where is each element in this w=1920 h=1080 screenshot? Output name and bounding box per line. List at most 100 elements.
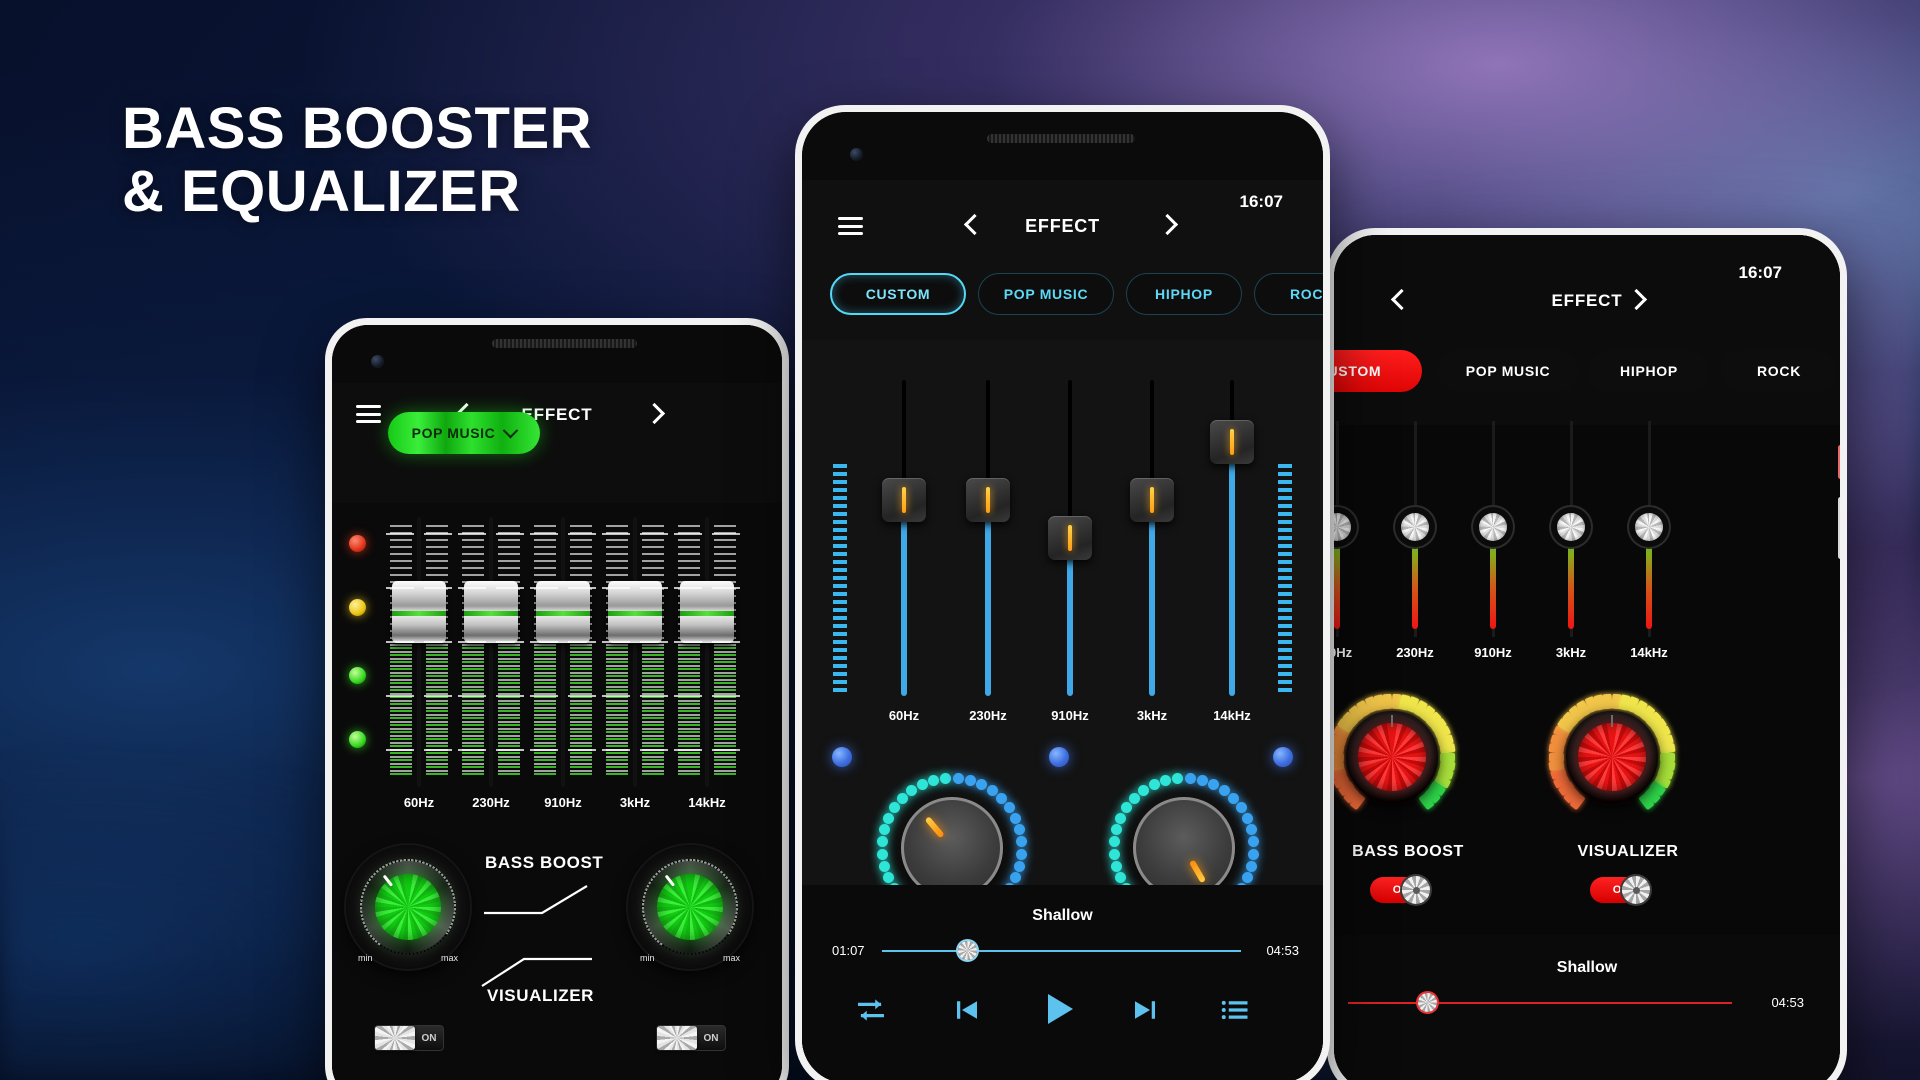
earpiece-grille [987,134,1135,143]
now-playing-title-right: Shallow [1556,959,1618,976]
eq-band-label: 3kHz [1555,645,1587,660]
right-player-panel: Shallow 7 04:53 [1334,935,1840,1080]
fader-major-tick [640,587,668,589]
knob-max-label: max [440,953,458,963]
eq-tick-scale-green-right [714,647,736,775]
eq-band-handle[interactable] [1210,420,1254,464]
eq-band-left-2[interactable] [458,517,524,787]
led-indicator-yellow [349,599,366,616]
eq-band-label: 3kHz [619,795,651,810]
fader-glow-line [464,610,518,616]
preset-chip-custom-center[interactable]: CUSTOM [830,273,966,315]
bass-boost-toggle-left[interactable]: ON [374,1025,444,1051]
eq-band-handle[interactable] [1395,507,1435,547]
eq-band-label: 910Hz [1051,708,1089,723]
eq-band-handle[interactable] [1048,516,1092,560]
eq-band-center-4[interactable] [1122,380,1182,696]
eq-band-left-5[interactable] [674,517,740,787]
seek-thumb-center[interactable] [958,941,977,960]
visualizer-toggle-right[interactable]: ON [1590,876,1650,904]
preset-chip-hiphop-right[interactable]: HIPHOP [1588,350,1710,392]
eq-band-handle[interactable] [1130,478,1174,522]
eq-band-right-3[interactable] [1466,421,1520,637]
bass-boost-knob-right[interactable] [1334,691,1458,823]
preset-dropdown-left[interactable]: POP MUSIC [388,412,540,454]
eq-band-right-5[interactable] [1622,421,1676,637]
eq-band-handle[interactable] [1551,507,1591,547]
preset-chip-pop-music-center[interactable]: POP MUSIC [978,273,1114,315]
seek-bar-center[interactable] [882,950,1241,952]
handle-disc [1401,513,1429,541]
fader-glow-line [536,610,590,616]
fader-major-tick [568,695,596,697]
fader-major-tick [458,749,486,751]
duration-time-right: 04:53 [1771,995,1804,1010]
preset-dropdown-label: POP MUSIC [411,425,496,441]
app-screen-center: 16:07 EFFECT CUSTOM POP MUSIC HIPHOP ROC… [802,112,1323,1080]
eq-band-rail [705,517,709,787]
phone-mockup-right: 16:07 EFFECT CUSTOM POP MUSIC HIPHOP ROC… [1327,228,1847,1080]
headline-line-2: & EQUALIZER [122,158,521,224]
seek-thumb-right[interactable] [1418,993,1437,1012]
eq-band-right-2[interactable] [1388,421,1442,637]
status-bar-clock-right: 16:07 [1738,263,1782,282]
eq-band-left-3[interactable] [530,517,596,787]
eq-band-left-1[interactable] [386,517,452,787]
eq-band-handle[interactable] [966,478,1010,522]
fader-major-tick [674,749,702,751]
preset-chip-hiphop-center[interactable]: HIPHOP [1126,273,1242,315]
bass-boost-knob-left[interactable]: min max [346,845,470,969]
visualizer-toggle-left[interactable]: ON [656,1025,726,1051]
eq-band-handle[interactable] [1334,507,1357,547]
eq-band-right-4[interactable] [1544,421,1598,637]
eq-band-center-2[interactable] [958,380,1018,696]
visualizer-knob-left[interactable]: min max [628,845,752,969]
preset-chip-rock-center[interactable]: ROCK [1254,273,1323,315]
eq-band-center-1[interactable] [874,380,934,696]
app-screen-right: 16:07 EFFECT CUSTOM POP MUSIC HIPHOP ROC… [1334,235,1840,1080]
seek-bar-right[interactable] [1348,1002,1732,1004]
fader-major-tick [712,641,740,643]
eq-band-fader[interactable] [608,581,662,643]
eq-band-left-4[interactable] [602,517,668,787]
handle-disc [1635,513,1663,541]
visualizer-knob-right[interactable] [1546,691,1678,823]
eq-band-fader[interactable] [392,581,446,643]
preset-chip-label: POP MUSIC [1465,363,1551,379]
eq-band-center-3[interactable] [1040,380,1100,696]
preset-chip-pop-music-right[interactable]: POP MUSIC [1438,350,1578,392]
repeat-icon[interactable] [854,993,888,1032]
playlist-icon[interactable] [1220,995,1250,1030]
bass-boost-leader-line [482,883,602,917]
handle-disc [1334,513,1351,541]
play-icon[interactable] [1038,989,1078,1034]
eq-tick-scale-green-left [534,647,556,775]
knob-max-label: max [722,953,740,963]
eq-band-fader[interactable] [536,581,590,643]
bass-boost-toggle-right[interactable]: ON [1370,876,1430,904]
fader-major-tick [674,533,702,535]
eq-band-handle[interactable] [1629,507,1669,547]
right-appbar-title: EFFECT [1551,291,1623,310]
next-track-icon[interactable] [1130,995,1160,1030]
knob-cap [1358,723,1426,791]
bass-boost-label-left: BASS BOOST [485,853,604,872]
handle-disc [1479,513,1507,541]
preset-chip-custom-right[interactable]: CUSTOM [1334,350,1422,392]
knob-body [1133,797,1235,899]
app-screen-left: EFFECT POP MUSIC 60Hz 230Hz 910Hz 3kHz 1… [332,325,782,1080]
eq-band-label: 14kHz [1630,645,1668,660]
toggle-knob [375,1026,415,1050]
previous-track-icon[interactable] [952,995,982,1030]
eq-tick-scale-green-right [498,647,520,775]
eq-band-label: 910Hz [544,795,582,810]
eq-band-right-1[interactable] [1334,421,1364,637]
preset-chip-rock-right[interactable]: ROCK [1720,350,1838,392]
eq-band-fader[interactable] [464,581,518,643]
eq-band-handle[interactable] [882,478,926,522]
fader-major-tick [568,533,596,535]
eq-band-center-5[interactable] [1202,380,1262,696]
toggle-knob [657,1026,697,1050]
eq-band-fader[interactable] [680,581,734,643]
eq-band-handle[interactable] [1473,507,1513,547]
